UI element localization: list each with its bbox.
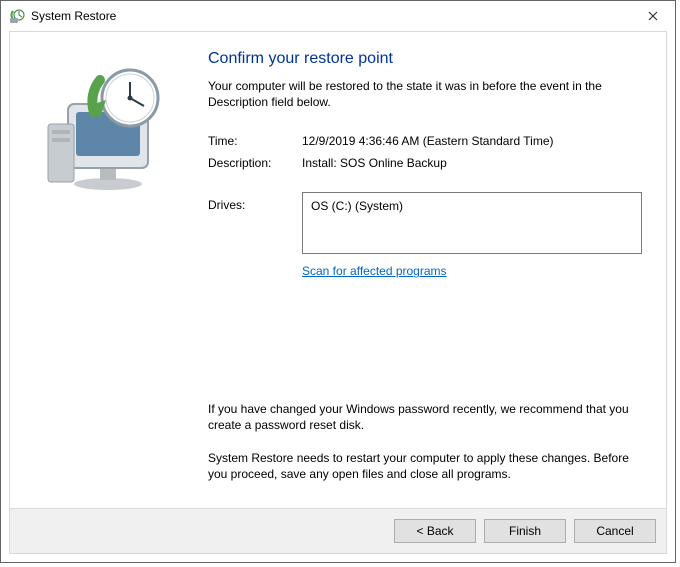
system-restore-graphic-icon: [30, 56, 180, 206]
scan-link-row: Scan for affected programs: [208, 264, 642, 278]
close-button[interactable]: [633, 2, 673, 30]
description-row: Description: Install: SOS Online Backup: [208, 156, 642, 170]
drives-item: OS (C:) (System): [311, 199, 403, 213]
page-subtext: Your computer will be restored to the st…: [208, 78, 642, 110]
scan-affected-programs-link[interactable]: Scan for affected programs: [302, 264, 447, 278]
drives-listbox[interactable]: OS (C:) (System): [302, 192, 642, 254]
titlebar: System Restore: [1, 1, 675, 31]
description-label: Description:: [208, 156, 302, 170]
description-value: Install: SOS Online Backup: [302, 156, 642, 170]
time-row: Time: 12/9/2019 4:36:46 AM (Eastern Stan…: [208, 134, 642, 148]
drives-label: Drives:: [208, 192, 302, 254]
time-label: Time:: [208, 134, 302, 148]
wizard-body: Confirm your restore point Your computer…: [9, 31, 667, 554]
wizard-graphic-pane: [10, 32, 200, 508]
window-title: System Restore: [31, 9, 116, 23]
system-restore-window: System Restore: [0, 0, 676, 563]
restart-note: System Restore needs to restart your com…: [208, 450, 642, 482]
wizard-content-pane: Confirm your restore point Your computer…: [200, 32, 666, 508]
close-icon: [648, 11, 658, 21]
time-value: 12/9/2019 4:36:46 AM (Eastern Standard T…: [302, 134, 642, 148]
page-heading: Confirm your restore point: [208, 50, 642, 68]
content-area: Confirm your restore point Your computer…: [10, 32, 666, 508]
cancel-button[interactable]: Cancel: [574, 519, 656, 543]
wizard-button-bar: < Back Finish Cancel: [10, 508, 666, 553]
system-restore-icon: [9, 8, 25, 24]
finish-button[interactable]: Finish: [484, 519, 566, 543]
bottom-notes: If you have changed your Windows passwor…: [208, 401, 642, 498]
drives-row: Drives: OS (C:) (System): [208, 192, 642, 254]
back-button[interactable]: < Back: [394, 519, 476, 543]
password-note: If you have changed your Windows passwor…: [208, 401, 642, 433]
